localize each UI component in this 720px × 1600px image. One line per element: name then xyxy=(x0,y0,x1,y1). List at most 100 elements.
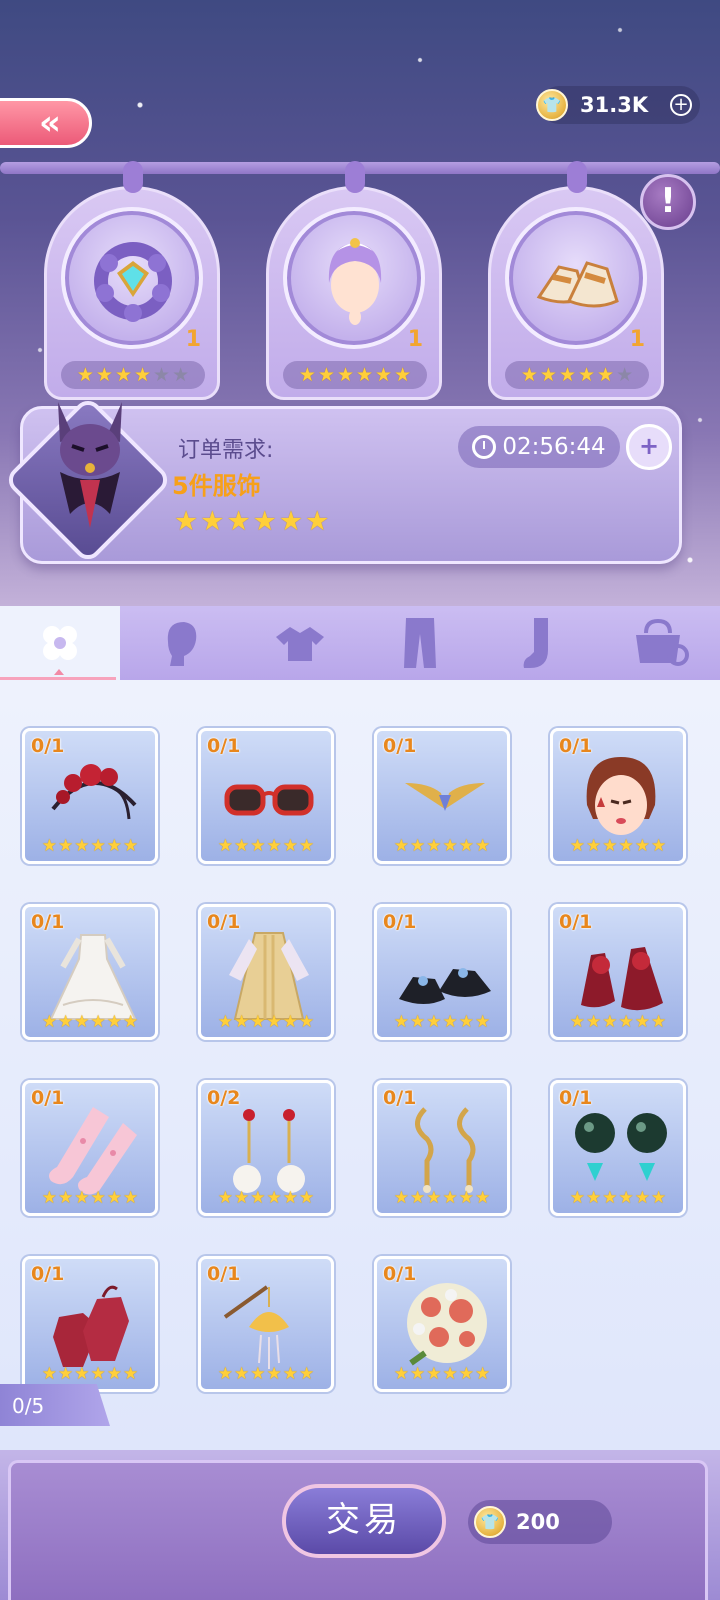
black-shoes-icon xyxy=(399,968,491,1004)
star-rating: ★ ★ ★ ★ ★ ★ xyxy=(201,1366,331,1383)
star-filled-icon: ★ xyxy=(475,1012,491,1032)
tab-all[interactable] xyxy=(0,606,120,680)
star-filled-icon: ★ xyxy=(58,1364,74,1384)
star-filled-icon: ★ xyxy=(426,1188,442,1208)
item-card-red-gloves[interactable]: 0/1 ★ ★ ★ ★ ★ ★ xyxy=(22,1256,158,1392)
star-filled-icon: ★ xyxy=(58,1012,74,1032)
coin-balance: 👕 31.3K + xyxy=(536,86,700,124)
star-filled-icon: ★ xyxy=(393,1012,409,1032)
item-card-golden-robe[interactable]: 0/1 ★ ★ ★ ★ ★ ★ xyxy=(198,904,334,1040)
star-filled-icon: ★ xyxy=(475,1364,491,1384)
speed-up-button[interactable]: + xyxy=(626,424,672,470)
star-filled-icon: ★ xyxy=(41,1188,57,1208)
star-filled-icon: ★ xyxy=(597,363,615,386)
requested-item-hairstyle[interactable]: 1 ★ ★ ★ ★ ★ ★ xyxy=(266,161,442,400)
star-filled-icon: ★ xyxy=(410,1012,426,1032)
back-button[interactable]: « xyxy=(0,98,92,148)
tab-accessory[interactable] xyxy=(600,606,720,680)
stockings-icon xyxy=(49,1107,137,1195)
bag-icon xyxy=(636,619,689,666)
info-button[interactable]: ! xyxy=(640,174,696,230)
star-rating: ★ ★ ★ ★ ★ ★ xyxy=(505,361,649,389)
add-coins-button[interactable]: + xyxy=(670,94,692,116)
item-card-gold-earrings[interactable]: 0/1 ★ ★ ★ ★ ★ ★ xyxy=(374,1080,510,1216)
coin-icon: 👕 xyxy=(474,1506,506,1538)
sunglasses-icon xyxy=(224,784,314,816)
star-filled-icon: ★ xyxy=(393,1188,409,1208)
shoes-icon xyxy=(536,261,619,308)
requested-item-shoes[interactable]: 1 ★ ★ ★ ★ ★ ★ xyxy=(488,161,664,400)
item-portrait xyxy=(61,207,203,349)
item-portrait xyxy=(283,207,425,349)
star-filled-icon: ★ xyxy=(442,1364,458,1384)
item-portrait xyxy=(505,207,647,349)
selection-progress: 0/5 xyxy=(0,1384,110,1426)
star-filled-icon: ★ xyxy=(226,506,251,537)
hanger-hook xyxy=(123,161,143,193)
tab-hair[interactable] xyxy=(120,606,240,680)
star-filled-icon: ★ xyxy=(442,836,458,856)
star-filled-icon: ★ xyxy=(305,506,330,537)
customer-avatar xyxy=(58,402,122,528)
trade-button[interactable]: 交易 xyxy=(282,1484,446,1558)
star-filled-icon: ★ xyxy=(90,1188,106,1208)
requested-item-bracelet[interactable]: 1 ★ ★ ★ ★ ★ ★ xyxy=(44,161,220,400)
item-card-black-shoes[interactable]: 0/1 ★ ★ ★ ★ ★ ★ xyxy=(374,904,510,1040)
star-filled-icon: ★ xyxy=(41,1012,57,1032)
star-rating: ★ ★ ★ ★ ★ ★ xyxy=(25,838,155,855)
star-filled-icon: ★ xyxy=(375,363,393,386)
item-card-red-heels[interactable]: 0/1 ★ ★ ★ ★ ★ ★ xyxy=(550,904,686,1040)
tab-socks[interactable] xyxy=(480,606,600,680)
star-filled-icon: ★ xyxy=(458,1188,474,1208)
pearl-earrings-icon xyxy=(233,1109,305,1193)
rose-headband-icon xyxy=(51,764,137,820)
star-filled-icon: ★ xyxy=(266,836,282,856)
item-card-bouquet[interactable]: 0/1 ★ ★ ★ ★ ★ ★ xyxy=(374,1256,510,1392)
star-filled-icon: ★ xyxy=(298,363,316,386)
shirt-icon xyxy=(276,627,324,661)
order-requirement: 5件服饰 xyxy=(172,472,261,500)
item-card-face-makeup[interactable]: 0/1 ★ ★ ★ ★ ★ ★ xyxy=(550,728,686,864)
tab-bottom[interactable] xyxy=(360,606,480,680)
star-filled-icon: ★ xyxy=(618,1188,634,1208)
item-card-pearl-earrings[interactable]: 0/2 ★ ★ ★ ★ ★ ★ xyxy=(198,1080,334,1216)
star-empty-icon: ★ xyxy=(616,363,634,386)
item-card-black-pearl-earrings[interactable]: 0/1 ★ ★ ★ ★ ★ ★ xyxy=(550,1080,686,1216)
star-filled-icon: ★ xyxy=(558,363,576,386)
star-filled-icon: ★ xyxy=(299,1364,315,1384)
star-filled-icon: ★ xyxy=(266,1012,282,1032)
item-card-red-sunglasses[interactable]: 0/1 ★ ★ ★ ★ ★ ★ xyxy=(198,728,334,864)
hairpin-icon xyxy=(223,1285,289,1369)
item-card-lotus-hairpin[interactable]: 0/1 ★ ★ ★ ★ ★ ★ xyxy=(198,1256,334,1392)
item-card-white-gown[interactable]: 0/1 ★ ★ ★ ★ ★ ★ xyxy=(22,904,158,1040)
star-rating: ★ ★ ★ ★ ★ ★ xyxy=(283,361,427,389)
item-card-rose-headband[interactable]: 0/1 ★ ★ ★ ★ ★ ★ xyxy=(22,728,158,864)
gloves-icon xyxy=(53,1285,129,1367)
tab-top[interactable] xyxy=(240,606,360,680)
star-filled-icon: ★ xyxy=(356,363,374,386)
star-filled-icon: ★ xyxy=(393,1364,409,1384)
star-filled-icon: ★ xyxy=(123,836,139,856)
pants-icon xyxy=(404,618,436,668)
face-makeup-icon xyxy=(586,757,656,835)
star-filled-icon: ★ xyxy=(569,836,585,856)
star-filled-icon: ★ xyxy=(123,1012,139,1032)
star-filled-icon: ★ xyxy=(234,1188,250,1208)
star-filled-icon: ★ xyxy=(90,836,106,856)
item-card-golden-wing-mask[interactable]: 0/1 ★ ★ ★ ★ ★ ★ xyxy=(374,728,510,864)
star-filled-icon: ★ xyxy=(217,1364,233,1384)
star-filled-icon: ★ xyxy=(578,363,596,386)
star-filled-icon: ★ xyxy=(41,1364,57,1384)
star-filled-icon: ★ xyxy=(426,1012,442,1032)
item-card-pink-stockings[interactable]: 0/1 ★ ★ ★ ★ ★ ★ xyxy=(22,1080,158,1216)
gown-icon xyxy=(49,934,137,1020)
star-filled-icon: ★ xyxy=(539,363,557,386)
star-filled-icon: ★ xyxy=(336,363,354,386)
star-filled-icon: ★ xyxy=(634,1188,650,1208)
star-filled-icon: ★ xyxy=(299,1188,315,1208)
star-filled-icon: ★ xyxy=(282,1012,298,1032)
order-label: 订单需求: xyxy=(178,438,274,463)
star-filled-icon: ★ xyxy=(651,1188,667,1208)
star-filled-icon: ★ xyxy=(393,836,409,856)
star-rating: ★ ★ ★ ★ ★ ★ xyxy=(377,838,507,855)
